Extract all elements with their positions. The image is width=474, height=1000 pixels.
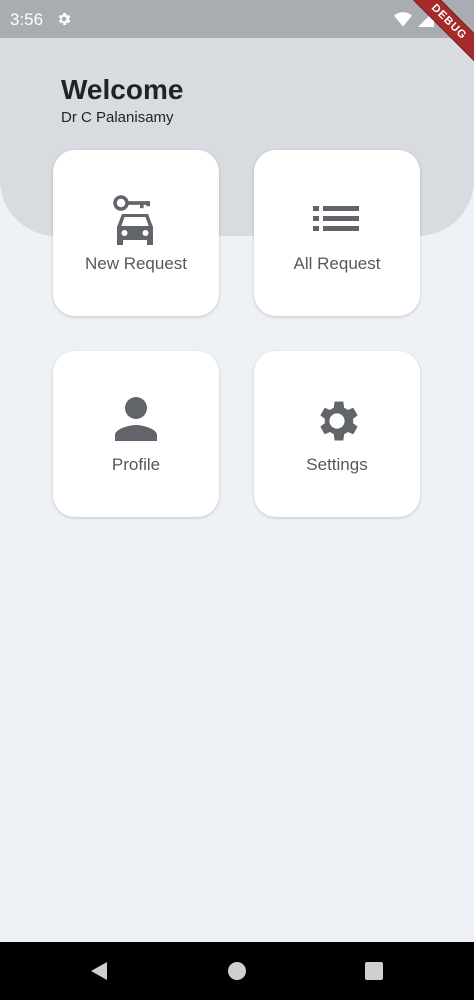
user-name: Dr C Palanisamy	[61, 109, 174, 126]
wifi-icon	[394, 11, 412, 26]
page-title: Welcome	[61, 74, 184, 105]
settings-card[interactable]: Settings	[254, 351, 420, 517]
new-request-label: New Request	[84, 254, 188, 273]
settings-label: Settings	[306, 455, 368, 474]
all-request-label: All Request	[293, 254, 381, 273]
status-bar: 3:56	[0, 0, 474, 38]
system-nav-bar	[0, 942, 474, 1000]
status-time: 3:56	[10, 10, 44, 29]
gear-icon	[320, 401, 358, 441]
car-key-icon	[113, 195, 153, 245]
back-icon[interactable]	[89, 961, 109, 981]
new-request-card[interactable]: New Request	[53, 150, 219, 316]
recents-icon[interactable]	[364, 961, 384, 981]
home-icon[interactable]	[227, 961, 247, 981]
all-request-card[interactable]: All Request	[254, 150, 420, 316]
list-icon	[313, 206, 359, 231]
settings-notification-icon	[58, 13, 71, 25]
profile-card[interactable]: Profile	[53, 351, 219, 517]
profile-label: Profile	[111, 455, 161, 474]
person-icon	[115, 397, 157, 441]
